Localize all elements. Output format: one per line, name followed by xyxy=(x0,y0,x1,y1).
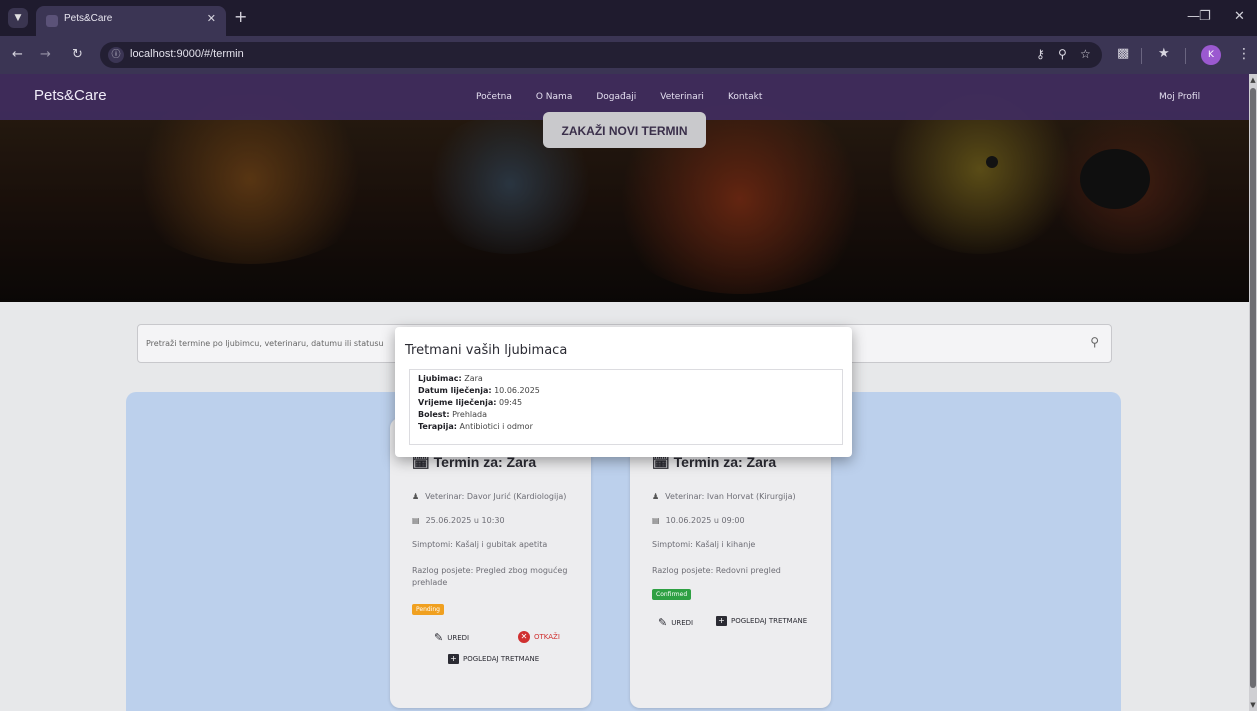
window-close-icon[interactable]: ✕ xyxy=(1234,9,1245,24)
treatment-date-label: Datum liječenja: xyxy=(418,386,492,395)
medical-kit-icon: + xyxy=(716,616,727,626)
nav-link-profile[interactable]: Moj Profil xyxy=(1159,92,1200,102)
tab-close-icon[interactable]: ✕ xyxy=(207,12,216,25)
modal-title: Tretmani vaših ljubimaca xyxy=(405,343,568,358)
url-text[interactable]: localhost:9000/#/termin xyxy=(130,48,244,60)
vet-row: ♟ Veterinar: Davor Jurić (Kardiologija) xyxy=(412,492,566,501)
treatment-pet-value: Zara xyxy=(464,374,483,383)
status-badge: Pending xyxy=(412,604,444,615)
treatment-disease: Bolest: Prehlada xyxy=(418,410,487,419)
symptoms-text: Simptomi: Kašalj i gubitak apetita xyxy=(412,540,548,549)
treatment-disease-label: Bolest: xyxy=(418,410,450,419)
pencil-icon: ✎ xyxy=(434,631,444,644)
date-row: ▤ 10.06.2025 u 09:00 xyxy=(652,516,745,525)
scrollbar-thumb[interactable] xyxy=(1250,88,1256,688)
restore-icon[interactable]: ❐ xyxy=(1199,9,1211,24)
nav-link-events[interactable]: Događaji xyxy=(596,92,636,102)
nav-link-contact[interactable]: Kontakt xyxy=(728,92,762,102)
address-bar[interactable]: ⓘ localhost:9000/#/termin ⚷ ⚲ ☆ xyxy=(100,42,1102,68)
nav-link-vets[interactable]: Veterinari xyxy=(660,92,704,102)
reason-text: Razlog posjete: Redovni pregled xyxy=(652,566,781,575)
nav-link-home[interactable]: Početna xyxy=(476,92,512,102)
browser-toolbar: ← → ↻ ⓘ localhost:9000/#/termin ⚷ ⚲ ☆ ▩ … xyxy=(0,36,1257,74)
edit-label: UREDI xyxy=(447,633,470,642)
pencil-icon: ✎ xyxy=(658,616,668,629)
reload-icon[interactable]: ↻ xyxy=(72,47,83,62)
new-tab-icon[interactable]: + xyxy=(234,8,247,26)
treatment-therapy-value: Antibiotici i odmor xyxy=(459,422,533,431)
vet-text: Veterinar: Ivan Horvat (Kirurgija) xyxy=(665,492,796,501)
treatment-date: Datum liječenja: 10.06.2025 xyxy=(418,386,540,395)
bookmark-star-icon[interactable]: ☆ xyxy=(1080,47,1091,61)
treatment-time-value: 09:45 xyxy=(499,398,523,407)
cancel-button[interactable]: ✕ OTKAŽI xyxy=(518,631,560,643)
treatment-pet: Ljubimac: Zara xyxy=(418,374,483,383)
date-text: 10.06.2025 u 09:00 xyxy=(665,516,745,525)
site-brand[interactable]: Pets&Care xyxy=(34,87,107,104)
new-appointment-button[interactable]: ZAKAŽI NOVI TERMIN xyxy=(543,112,706,148)
cancel-circle-icon: ✕ xyxy=(518,631,530,643)
browser-tab-bar: ▼ Pets&Care ✕ + — ❐ ✕ xyxy=(0,0,1257,36)
back-icon[interactable]: ← xyxy=(12,47,23,62)
extensions-icon[interactable]: ▩ xyxy=(1117,46,1129,61)
treatments-modal: Tretmani vaših ljubimaca Ljubimac: Zara … xyxy=(395,327,852,457)
appointment-card: 🗓 Termin za: Zara ♟ Veterinar: Ivan Horva… xyxy=(630,418,831,708)
search-icon[interactable]: ⚲ xyxy=(1090,335,1099,349)
page-scrollbar[interactable]: ▲ ▼ xyxy=(1249,74,1257,711)
calendar-small-icon: ▤ xyxy=(412,516,420,525)
medical-kit-icon: + xyxy=(448,654,459,664)
person-icon: ♟ xyxy=(652,492,660,501)
forward-icon[interactable]: → xyxy=(40,47,51,62)
treatment-date-value: 10.06.2025 xyxy=(494,386,540,395)
appointment-card: 🗓 Termin za: Zara ♟ Veterinar: Davor Juri… xyxy=(390,418,591,708)
edit-label: UREDI xyxy=(671,618,694,627)
calendar-small-icon: ▤ xyxy=(652,516,660,525)
view-treatments-label: POGLEDAJ TRETMANE xyxy=(731,617,808,625)
date-text: 25.06.2025 u 10:30 xyxy=(425,516,505,525)
tab-title: Pets&Care xyxy=(64,13,113,24)
treatment-time: Vrijeme liječenja: 09:45 xyxy=(418,398,522,407)
edit-button[interactable]: ✎ UREDI xyxy=(658,616,693,629)
status-badge: Confirmed xyxy=(652,589,692,600)
view-treatments-label: POGLEDAJ TRETMANE xyxy=(463,655,540,663)
treatment-pet-label: Ljubimac: xyxy=(418,374,462,383)
reason-text: Razlog posjete: Pregled zbog mogućeg pre… xyxy=(412,566,568,587)
zoom-icon[interactable]: ⚲ xyxy=(1058,47,1067,61)
nav-links: Početna O Nama Događaji Veterinari Konta… xyxy=(476,92,762,102)
password-key-icon[interactable]: ⚷ xyxy=(1036,47,1045,61)
edit-button[interactable]: ✎ UREDI xyxy=(434,631,469,644)
cancel-label: OTKAŽI xyxy=(534,633,560,641)
treatment-therapy-label: Terapija: xyxy=(418,422,457,431)
vet-text: Veterinar: Davor Jurić (Kardiologija) xyxy=(425,492,567,501)
person-icon: ♟ xyxy=(412,492,420,501)
toolbar-divider xyxy=(1141,48,1142,64)
treatment-therapy: Terapija: Antibiotici i odmor xyxy=(418,422,533,431)
scroll-down-icon[interactable]: ▼ xyxy=(1249,701,1257,709)
browser-tab[interactable]: Pets&Care ✕ xyxy=(36,6,226,36)
treatment-disease-value: Prehlada xyxy=(452,410,487,419)
date-row: ▤ 25.06.2025 u 10:30 xyxy=(412,516,505,525)
scroll-up-icon[interactable]: ▲ xyxy=(1249,76,1257,84)
browser-menu-icon[interactable]: ⋮ xyxy=(1237,46,1251,62)
favorites-icon[interactable]: ★ xyxy=(1158,46,1170,61)
vet-row: ♟ Veterinar: Ivan Horvat (Kirurgija) xyxy=(652,492,796,501)
treatment-time-label: Vrijeme liječenja: xyxy=(418,398,497,407)
toolbar-divider xyxy=(1185,48,1186,64)
nav-link-about[interactable]: O Nama xyxy=(536,92,572,102)
profile-avatar[interactable]: K xyxy=(1201,45,1221,65)
view-treatments-button[interactable]: + POGLEDAJ TRETMANE xyxy=(448,654,539,664)
treatment-entry: Ljubimac: Zara Datum liječenja: 10.06.20… xyxy=(409,369,843,445)
symptoms-text: Simptomi: Kašalj i kihanje xyxy=(652,540,756,549)
view-treatments-button[interactable]: + POGLEDAJ TRETMANE xyxy=(716,616,807,626)
site-info-icon[interactable]: ⓘ xyxy=(108,47,124,63)
favicon-icon xyxy=(46,15,58,27)
tab-search-icon[interactable]: ▼ xyxy=(8,8,28,28)
